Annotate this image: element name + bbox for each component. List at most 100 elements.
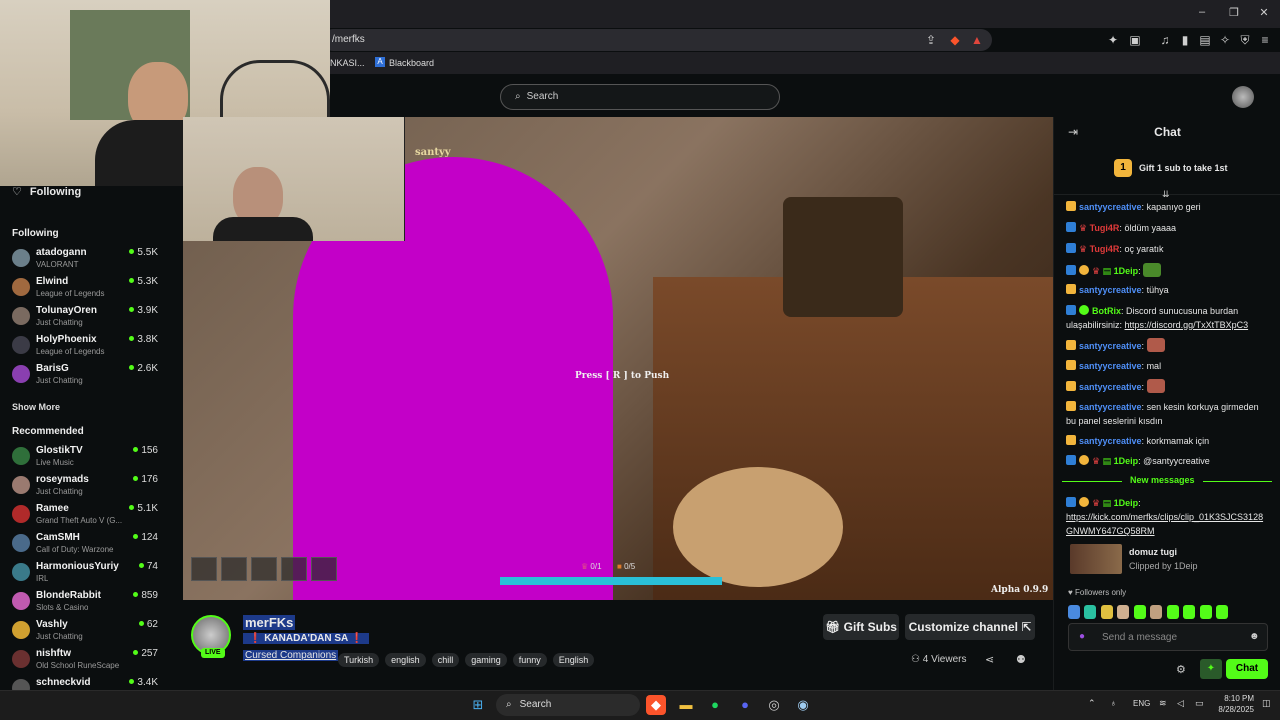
crown-icon [1066, 340, 1076, 350]
extensions-icon[interactable]: ✦ [1106, 33, 1120, 47]
recommended-channel[interactable]: HarmoniousYuriy IRL 74 [10, 560, 162, 588]
battery-icon[interactable]: ▭ [1195, 698, 1204, 709]
menu-icon[interactable]: ≡ [1258, 33, 1272, 47]
chat-message: ♛ Tugi4R: oç yaratık [1066, 242, 1266, 256]
channel-avatar [12, 278, 30, 296]
channel-name[interactable]: merFKs [243, 615, 296, 630]
brave-shield-icon[interactable]: ◆ [948, 33, 962, 47]
recommended-channel[interactable]: CamSMH Call of Duty: Warzone 124 [10, 531, 162, 559]
following-channel[interactable]: atadogann VALORANT 5.5K [10, 246, 162, 274]
tag[interactable]: English [552, 653, 595, 667]
chrome-icon[interactable]: ◎ [764, 695, 784, 715]
recommended-channel[interactable]: GlostikTV Live Music 156 [10, 444, 162, 472]
user-icon[interactable]: ⚉ [1016, 653, 1026, 666]
recommended-channel[interactable]: roseymads Just Chatting 176 [10, 473, 162, 501]
kick-points-icon[interactable]: ✦ [1200, 659, 1222, 679]
live-dot-icon [129, 505, 135, 510]
leo-ai-icon[interactable]: ✧ [1218, 33, 1232, 47]
recommended-channel[interactable]: Vashly Just Chatting 62 [10, 618, 162, 646]
gift-leaderboard[interactable]: 1 Gift 1 sub to take 1st [1054, 145, 1280, 195]
tag[interactable]: chill [431, 653, 460, 667]
live-dot-icon [129, 679, 135, 684]
wallet-icon[interactable]: ▤ [1198, 33, 1212, 47]
share-stream-icon[interactable]: ⋖ [985, 653, 994, 666]
screenshot-icon[interactable]: ▣ [1128, 33, 1142, 47]
show-more-button[interactable]: Show More [12, 402, 60, 412]
viewer-count: 3.9K [129, 305, 158, 316]
chat-link[interactable]: https://discord.gg/TxXtTBXpC3 [1125, 320, 1249, 330]
brave-browser-icon[interactable]: ◆ [646, 695, 666, 715]
tray-overflow-icon[interactable]: ⌃ [1088, 698, 1096, 709]
live-dot-icon [133, 592, 139, 597]
bookmark-item[interactable]: Blackboard [389, 58, 434, 68]
chat-message: santyycreative: sen kesin korkuya girmed… [1066, 401, 1259, 426]
microphone-tray-icon[interactable]: ♁ [1110, 698, 1117, 708]
stream-info: LIVE merFKs ❗ KANADA'DAN SA ❗ Cursed Com… [183, 600, 1053, 690]
live-dot-icon [129, 278, 135, 283]
gift-banner-text: Gift 1 sub to take 1st [1139, 163, 1228, 173]
language-indicator[interactable]: ENG [1133, 699, 1150, 708]
following-channel[interactable]: TolunayOren Just Chatting 3.9K [10, 304, 162, 332]
notifications-icon[interactable]: ◫ [1262, 698, 1271, 709]
clip-link[interactable]: https://kick.com/merfks/clips/clip_01K3S… [1066, 512, 1263, 536]
search-input[interactable]: ⌕ Search [500, 84, 780, 110]
clip-thumbnail[interactable] [1070, 544, 1122, 574]
sub-icon: ♛ [1079, 244, 1090, 254]
steam-icon[interactable]: ◉ [793, 695, 813, 715]
following-channel[interactable]: BarisG Just Chatting 2.6K [10, 362, 162, 390]
recommended-channel[interactable]: Ramee Grand Theft Auto V (G... 5.1K [10, 502, 162, 530]
media-icon[interactable]: ♫ [1158, 33, 1172, 47]
tag[interactable]: gaming [465, 653, 507, 667]
address-bar[interactable]: /merfks [322, 29, 992, 51]
close-button[interactable]: ✕ [1256, 6, 1272, 19]
user-avatar[interactable] [1232, 86, 1254, 108]
recommended-channel[interactable]: BlondeRabbit Slots & Casino 859 [10, 589, 162, 617]
recommended-channel[interactable]: nishftw Old School RuneScape 257 [10, 647, 162, 675]
channel-avatar [12, 592, 30, 610]
following-channel[interactable]: Elwind League of Legends 5.3K [10, 275, 162, 303]
minimize-button[interactable]: – [1194, 6, 1210, 18]
microphone-icon[interactable]: ● [1079, 631, 1085, 642]
send-chat-button[interactable]: Chat [1226, 659, 1268, 679]
vpn-icon[interactable]: ⛨ [1238, 33, 1252, 47]
gift-subs-button[interactable]: 🎁︎ Gift Subs [823, 614, 899, 640]
tag[interactable]: funny [512, 653, 547, 667]
following-nav[interactable]: ♡ Following [12, 185, 81, 198]
spotify-icon[interactable]: ● [705, 695, 725, 715]
volume-icon[interactable]: ◁ [1177, 698, 1184, 709]
viewer-count: 176 [133, 474, 158, 485]
customize-channel-button[interactable]: Customize channel ⇱ [905, 614, 1035, 640]
tag[interactable]: english [385, 653, 426, 667]
emote [1143, 263, 1162, 277]
settings-gear-icon[interactable]: ⚙ [1176, 663, 1186, 676]
channel-avatar [12, 650, 30, 668]
clip-title[interactable]: domuz tugi [1129, 547, 1177, 557]
taskbar-search[interactable]: ⌕ Search [496, 694, 640, 716]
clock[interactable]: 8:10 PM 8/28/2025 [1210, 693, 1254, 715]
wifi-icon[interactable]: ≋ [1159, 698, 1167, 709]
recommended-heading: Recommended [12, 426, 84, 437]
rewards-icon[interactable]: ▲ [970, 33, 984, 47]
stream-category[interactable]: Cursed Companions [243, 650, 339, 661]
tag[interactable]: Turkish [338, 653, 380, 667]
bookmark-item[interactable]: NKASI... [330, 58, 365, 68]
interaction-prompt: Press [ R ] to Push [575, 371, 670, 381]
sidebar-toggle-icon[interactable]: ▮ [1178, 33, 1192, 47]
windows-start-icon[interactable]: ⊞ [468, 695, 488, 715]
chat-input[interactable]: ● Send a message ☻ [1068, 623, 1268, 651]
sub-icon: ♛ [1079, 223, 1090, 233]
pinned-toggle-icon[interactable]: ⇊ [1162, 189, 1170, 200]
channel-name: roseymads [36, 474, 89, 485]
restore-button[interactable]: ❐ [1226, 6, 1242, 19]
verified-icon [1066, 497, 1076, 507]
channel-name: atadogann [36, 247, 87, 258]
inventory-bar [191, 557, 337, 586]
emoji-icon[interactable]: ☻ [1249, 631, 1260, 642]
verified-icon [1066, 305, 1076, 315]
share-icon[interactable]: ⇪ [924, 33, 938, 47]
file-explorer-icon[interactable]: ▬ [676, 695, 696, 715]
channel-category: VALORANT [36, 260, 79, 269]
discord-icon[interactable]: ● [735, 695, 755, 715]
following-channel[interactable]: HolyPhoenix League of Legends 3.8K [10, 333, 162, 361]
stream-tags: Turkish english chill gaming funny English [338, 650, 600, 668]
